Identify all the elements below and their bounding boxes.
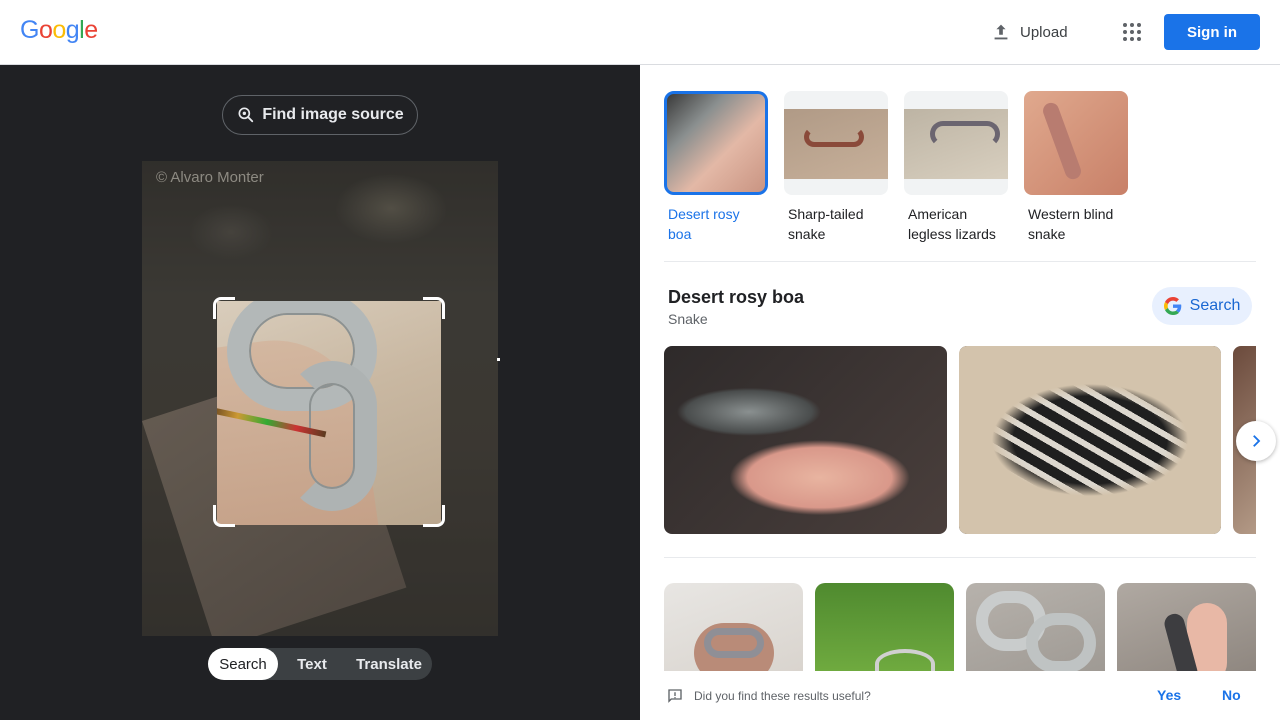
chip-label: Desert rosy boa xyxy=(668,206,740,242)
visual-matches-grid xyxy=(664,583,1256,671)
upload-label: Upload xyxy=(1020,23,1068,41)
results-panel: Desert rosy boa Sharp-tailed snake America… xyxy=(640,65,1280,720)
logo-letter: o xyxy=(52,16,66,44)
chip-thumbnail xyxy=(664,91,768,195)
chevron-right-icon xyxy=(1253,435,1261,447)
chip-label: Western blind snake xyxy=(1028,206,1114,242)
logo-letter: o xyxy=(38,16,53,44)
google-g-icon xyxy=(1163,297,1181,315)
resize-dot xyxy=(497,358,500,361)
carousel-next-button[interactable] xyxy=(1236,421,1276,461)
chip-thumbnail xyxy=(904,91,1008,195)
visual-match-image[interactable] xyxy=(966,583,1105,671)
chip-label: American legless lizards xyxy=(908,206,996,242)
mode-tab-translate[interactable]: Translate xyxy=(346,648,432,680)
visual-match-image[interactable] xyxy=(815,583,954,671)
entity-image-carousel xyxy=(664,346,1256,534)
chip-thumbnail xyxy=(784,91,888,195)
entity-subtitle: Snake xyxy=(668,311,708,327)
chip-desert-rosy-boa[interactable]: Desert rosy boa xyxy=(664,91,768,244)
top-bar: Google Upload Sign in xyxy=(0,0,1280,65)
crop-handle-bottom-right[interactable] xyxy=(423,505,445,527)
feedback-no-button[interactable]: No xyxy=(1222,687,1241,703)
apps-grid-icon[interactable] xyxy=(1118,18,1146,46)
image-watermark: © Alvaro Monter xyxy=(156,169,264,186)
entity-title: Desert rosy boa xyxy=(668,287,805,307)
chip-sharp-tailed-snake[interactable]: Sharp-tailed snake xyxy=(784,91,888,244)
feedback-icon xyxy=(668,689,682,703)
chip-label: Sharp-tailed snake xyxy=(788,206,864,242)
feedback-yes-button[interactable]: Yes xyxy=(1157,687,1181,703)
mode-tab-search[interactable]: Search xyxy=(208,648,278,680)
uploaded-image: © Alvaro Monter xyxy=(142,161,498,636)
sign-in-button[interactable]: Sign in xyxy=(1164,14,1260,50)
find-image-source-label: Find image source xyxy=(262,106,404,123)
feedback-bar: Did you find these results useful? Yes N… xyxy=(640,671,1280,720)
chip-western-blind-snake[interactable]: Western blind snake xyxy=(1024,91,1128,244)
snake-coil xyxy=(287,361,377,511)
logo-letter: g xyxy=(65,16,80,44)
feedback-question: Did you find these results useful? xyxy=(694,689,871,703)
crop-region[interactable] xyxy=(217,301,441,525)
search-label: Search xyxy=(1189,297,1241,314)
divider xyxy=(664,557,1256,558)
mode-switcher: Search Text Translate xyxy=(208,648,432,680)
lens-search-icon xyxy=(238,107,254,123)
result-image[interactable] xyxy=(664,346,947,534)
crop-handle-top-right[interactable] xyxy=(423,297,445,319)
logo-letter: e xyxy=(84,16,98,44)
upload-icon xyxy=(994,24,1008,40)
mode-tab-text[interactable]: Text xyxy=(278,648,346,680)
chip-thumbnail xyxy=(1024,91,1128,195)
chip-american-legless-lizards[interactable]: American legless lizards xyxy=(904,91,1008,244)
crop-handle-bottom-left[interactable] xyxy=(213,505,235,527)
crop-handle-top-left[interactable] xyxy=(213,297,235,319)
logo-letter: G xyxy=(20,16,39,44)
divider xyxy=(664,261,1256,262)
suggestion-chips: Desert rosy boa Sharp-tailed snake America… xyxy=(664,91,1128,244)
find-image-source-button[interactable]: Find image source xyxy=(222,95,418,135)
upload-button[interactable]: Upload xyxy=(990,18,1068,46)
google-search-button[interactable]: Search xyxy=(1152,287,1252,325)
google-logo[interactable]: Google xyxy=(20,16,98,45)
visual-match-image[interactable] xyxy=(1117,583,1256,671)
visual-match-image[interactable] xyxy=(664,583,803,671)
image-preview-panel: Find image source © Alvaro Monter Search… xyxy=(0,65,640,720)
result-image[interactable] xyxy=(959,346,1221,534)
